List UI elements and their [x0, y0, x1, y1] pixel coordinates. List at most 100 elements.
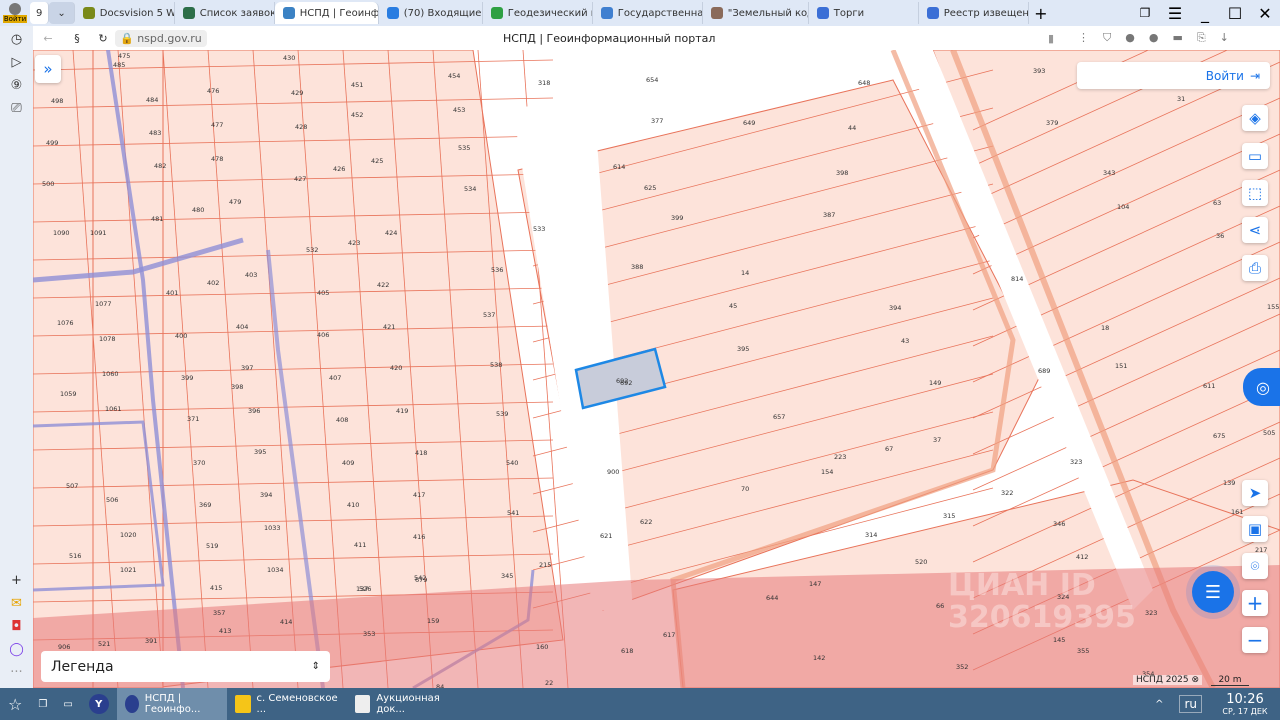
parcel-label[interactable]: 689 [1038, 367, 1050, 375]
parcel-label[interactable]: 37 [933, 436, 941, 444]
parcel-label[interactable]: 521 [98, 640, 110, 648]
file-manager-icon[interactable]: ▭ [55, 688, 80, 720]
parcel-label[interactable]: 505 [1263, 429, 1275, 437]
parcel-label[interactable]: 625 [644, 184, 656, 192]
parcel-label[interactable]: 499 [46, 139, 58, 147]
clock[interactable]: 10:26 СР, 17 ДЕК [1210, 688, 1280, 720]
parcel-label[interactable]: 393 [1033, 67, 1045, 75]
parcel-label[interactable]: 399 [181, 374, 193, 382]
parcel-label[interactable]: 611 [1203, 382, 1215, 390]
expand-panel-button[interactable]: » [35, 55, 61, 83]
print-button[interactable]: ⎙ [1242, 255, 1268, 281]
parcel-label[interactable]: 675 [1213, 432, 1225, 440]
layers-button[interactable]: ◈ [1242, 105, 1268, 131]
close-window-button[interactable]: ✕ [1250, 4, 1280, 23]
parcel-label[interactable]: 900 [607, 468, 619, 476]
parcel-label[interactable]: 343 [1103, 169, 1115, 177]
parcel-label[interactable]: 387 [823, 211, 835, 219]
reload-icon[interactable]: ↻ [91, 32, 115, 45]
language-indicator[interactable]: ru [1171, 688, 1210, 720]
parcel-label[interactable]: 394 [889, 304, 901, 312]
chat-button[interactable]: ☰ [1192, 571, 1234, 613]
parcel-label[interactable]: 377 [651, 117, 663, 125]
desktops-icon[interactable]: ❐ [30, 688, 55, 720]
share-button[interactable]: ⋖ [1242, 217, 1268, 243]
tab-1[interactable]: Список заявок — Те [175, 2, 275, 24]
parcel-label[interactable]: 44 [848, 124, 856, 132]
login-button[interactable]: Войти ⇥ [1077, 62, 1270, 89]
parcel-label[interactable]: 413 [219, 627, 231, 635]
parcel-label[interactable]: 408 [336, 416, 348, 424]
parcel-label[interactable]: 617 [663, 631, 675, 639]
parcel-label[interactable]: 533 [533, 225, 545, 233]
parcel-label[interactable]: 353 [363, 630, 375, 638]
parcel-label[interactable]: 400 [175, 332, 187, 340]
parcel-label[interactable]: 454 [448, 72, 460, 80]
parcel-label[interactable]: 425 [371, 157, 383, 165]
parcel-label[interactable]: 155 [1267, 303, 1279, 311]
parcel-label[interactable]: 355 [1077, 647, 1089, 655]
parcel-label[interactable]: 388 [631, 263, 643, 271]
parcel-label[interactable]: 427 [294, 175, 306, 183]
parcel-label[interactable]: 426 [333, 165, 345, 173]
parcel-label[interactable]: 397 [241, 364, 253, 372]
parcel-label[interactable]: 399 [671, 214, 683, 222]
parcel-label[interactable]: 519 [206, 542, 218, 550]
parcel-label[interactable]: 532 [306, 246, 318, 254]
parcel-label[interactable]: 541 [507, 509, 519, 517]
zoom-in-button[interactable]: + [1242, 590, 1268, 616]
parcel-label[interactable]: 534 [464, 185, 476, 193]
taskbar-item-0[interactable]: НСПД | Геоинфо... [116, 688, 227, 720]
history-icon[interactable]: ◷ [11, 32, 22, 47]
tab-0[interactable]: Docsvision 5 Web-кл [75, 2, 175, 24]
parcel-label[interactable]: 498 [51, 97, 63, 105]
parcel-label[interactable]: 430 [283, 54, 295, 62]
geolocate-button[interactable]: ➤ [1242, 480, 1268, 506]
tab-3[interactable]: (70) Входящие - По [379, 2, 483, 24]
parcel-label[interactable]: 45 [729, 302, 737, 310]
add-icon[interactable]: + [11, 573, 22, 588]
parcel-label[interactable]: 142 [813, 654, 825, 662]
back-icon[interactable]: ← [33, 32, 63, 45]
parcel-label[interactable]: 346 [1053, 520, 1065, 528]
parcel-label[interactable]: 322 [1001, 489, 1013, 497]
parcel-label[interactable]: 370 [193, 459, 205, 467]
parcel-label[interactable]: 394 [260, 491, 272, 499]
parcel-label[interactable]: 67 [885, 445, 893, 453]
parcel-label[interactable]: 1021 [120, 566, 137, 574]
tab-2[interactable]: НСПД | Геоинфор× [274, 2, 379, 24]
parcel-label[interactable]: 453 [453, 106, 465, 114]
parcel-label[interactable]: 476 [207, 87, 219, 95]
parcel-label[interactable]: 145 [1053, 636, 1065, 644]
parcel-label[interactable]: 538 [490, 361, 502, 369]
parcel-label[interactable]: 539 [496, 410, 508, 418]
parcel-label[interactable]: 391 [145, 637, 157, 645]
parcel-label[interactable]: 1076 [57, 319, 74, 327]
parcel-label[interactable]: 398 [836, 169, 848, 177]
parcel-label[interactable]: 43 [901, 337, 909, 345]
parcel-label[interactable]: 414 [280, 618, 292, 626]
parcel-label[interactable]: 814 [1011, 275, 1023, 283]
parcel-label[interactable]: 323 [1070, 458, 1082, 466]
parcel-label[interactable]: 137 [356, 585, 368, 593]
parcel-label[interactable]: 379 [1046, 119, 1058, 127]
tab-list-chevron-icon[interactable]: ⌄ [49, 2, 75, 24]
parcel-label[interactable]: 1090 [53, 229, 70, 237]
parcel-label[interactable]: 369 [199, 501, 211, 509]
parcel-label[interactable]: 66 [936, 602, 944, 610]
parcel-label[interactable]: 520 [915, 558, 927, 566]
parcel-label[interactable]: 477 [211, 121, 223, 129]
parcel-label[interactable]: 401 [166, 289, 178, 297]
parcel-label[interactable]: 404 [236, 323, 248, 331]
parcel-label[interactable]: 159 [427, 617, 439, 625]
parcel-label[interactable]: 1061 [105, 405, 122, 413]
tab-7[interactable]: Торги [809, 2, 919, 24]
collections-icon[interactable]: ❐ [1130, 6, 1160, 20]
parcel-label[interactable]: 409 [342, 459, 354, 467]
parcel-label[interactable]: 475 [118, 52, 130, 60]
tab-4[interactable]: Геодезический кал [483, 2, 593, 24]
parcel-label[interactable]: 535 [458, 144, 470, 152]
parcel-label[interactable]: 215 [539, 561, 551, 569]
parcel-label[interactable]: 318 [538, 79, 550, 87]
new-tab-button[interactable]: + [1029, 4, 1053, 23]
